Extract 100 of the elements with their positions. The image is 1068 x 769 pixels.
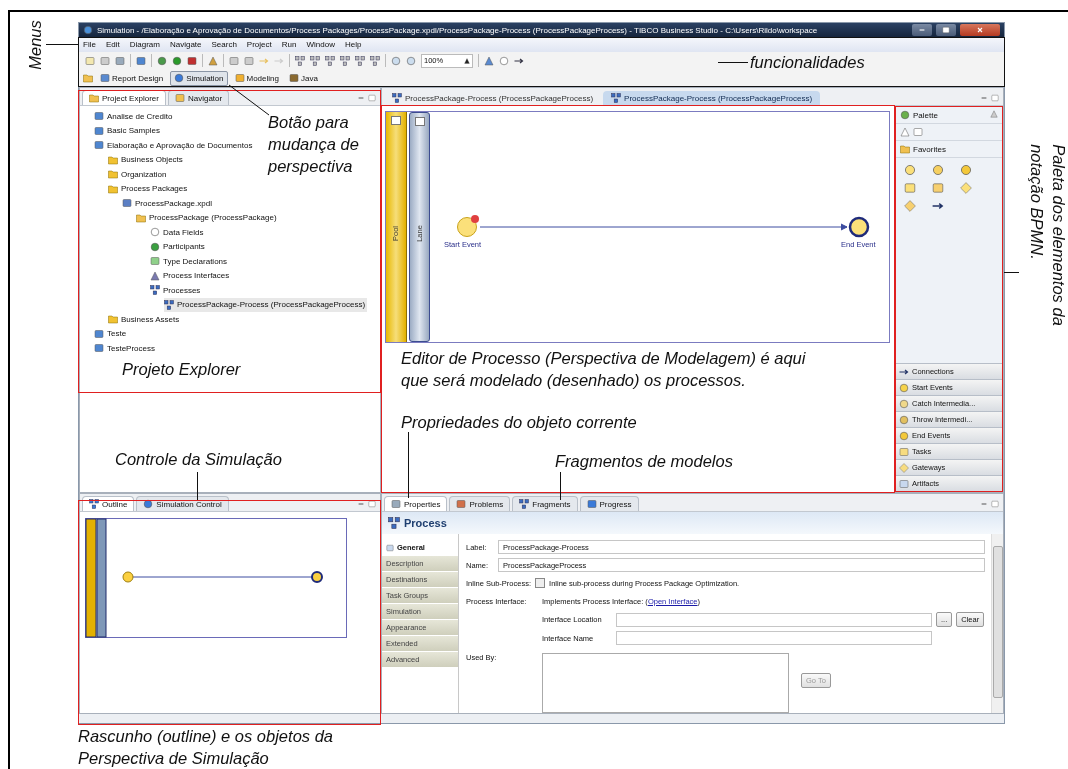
collapse-button[interactable] [391, 116, 401, 125]
circle-icon [899, 382, 909, 393]
leader-line [46, 44, 78, 45]
perspective-tab[interactable]: Report Design [97, 71, 167, 85]
menu-item[interactable]: Edit [105, 40, 120, 50]
folder-icon [89, 93, 99, 103]
minimize-button[interactable] [912, 24, 932, 37]
minimize-icon [357, 94, 365, 102]
end-event[interactable] [848, 216, 870, 238]
tree-item[interactable]: ProcessPackage-Process (ProcessPackageProcess) [164, 297, 368, 312]
circle-icon [932, 164, 944, 176]
tree-item[interactable]: Elaboração e Aprovação de Documentos [94, 138, 255, 153]
menu-item[interactable]: Window [306, 40, 335, 50]
menu-item[interactable]: Run [281, 40, 297, 50]
tree-item[interactable]: Processes [150, 283, 203, 298]
checkbox[interactable] [535, 578, 546, 588]
favorites-icon [900, 144, 910, 154]
perspective-icon [288, 73, 299, 84]
diamond-icon [899, 462, 909, 473]
minimize-icon [980, 500, 988, 508]
layout-icon [310, 55, 320, 66]
minimize-icon [357, 500, 365, 508]
collapse-button[interactable] [414, 117, 425, 126]
callout-text: Projeto Explorer [122, 359, 241, 380]
tree-item[interactable]: Data Fields [150, 225, 206, 240]
input-field[interactable] [616, 612, 932, 627]
layout-icon [325, 55, 335, 66]
callout-text: Rascunho (outline) e os objetos da Perspectiva de Simulação [78, 726, 333, 769]
task-icon [899, 446, 909, 457]
menu-item[interactable]: Search [211, 40, 237, 50]
tree-item[interactable]: Business Objects [108, 152, 185, 167]
view-tab[interactable]: Fragments [512, 496, 578, 511]
tree-item[interactable]: Basic Samples [94, 123, 162, 138]
menu-item[interactable]: Project [246, 40, 272, 50]
leader-line [560, 472, 561, 500]
perspective-tab[interactable]: Java [285, 71, 321, 85]
perspective-tab[interactable]: Modeling [231, 71, 282, 85]
favorites-header[interactable]: Favorites [896, 141, 1002, 158]
task-icon [932, 182, 944, 194]
task-icon [904, 182, 916, 194]
tree-item[interactable]: Organization [108, 167, 169, 182]
maximize-icon [368, 94, 376, 102]
menu-item[interactable]: Navigate [169, 40, 202, 50]
tree-item[interactable]: Business Assets [108, 312, 182, 327]
callout-text: funcionalidades [750, 52, 865, 73]
view-tab[interactable]: Properties [384, 496, 448, 511]
diamond-icon [960, 182, 972, 194]
callout-text: Menus [24, 20, 45, 70]
scrollbar[interactable] [991, 534, 1003, 713]
tree-item[interactable]: Participants [150, 239, 207, 254]
leader-line [718, 62, 748, 63]
arrow-icon [932, 200, 944, 212]
tree-item[interactable]: Analise de Credito [94, 109, 175, 124]
outline-icon [89, 499, 99, 509]
view-tab[interactable]: Problems [449, 496, 511, 511]
layout-icon [295, 55, 305, 66]
stop-icon [187, 55, 197, 66]
circle-icon [899, 398, 909, 409]
editor-tab[interactable]: ProcessPackage-Process (ProcessPackageProcess) [603, 91, 821, 105]
callout-text: Paleta dos elementos da notação BPMN. [1026, 144, 1068, 326]
maximize-icon [991, 94, 999, 102]
perspective-icon [100, 73, 110, 84]
maximize-button[interactable] [936, 24, 956, 37]
maximize-icon [991, 500, 999, 508]
callout-text: Editor de Processo (Perspectiva de Modelagem) é aqui que será modelado (desenhado) os processos. [401, 348, 806, 391]
menu-item[interactable]: File [83, 40, 96, 50]
circle-icon [899, 430, 909, 441]
menu-item[interactable]: Diagram [129, 40, 160, 50]
circle-icon [960, 164, 972, 176]
close-icon [976, 26, 984, 35]
input-field[interactable] [616, 631, 932, 645]
tree-item[interactable]: Process Interfaces [150, 268, 232, 283]
tree-item[interactable]: ProcessPackage (ProcessPackage) [136, 210, 279, 225]
close-button[interactable] [960, 24, 1000, 37]
perspective-icon [174, 73, 185, 84]
menu-item[interactable]: Help [344, 40, 362, 50]
package-icon [136, 212, 146, 223]
tree-item[interactable]: ProcessPackage.xpdl [122, 196, 214, 211]
editor-tab[interactable]: ProcessPackage-Process (ProcessPackageProcess) [384, 91, 602, 105]
folder-icon [108, 169, 118, 180]
leader-line [197, 472, 198, 500]
leader-line [408, 432, 409, 498]
used-by-list[interactable] [542, 653, 789, 713]
tree-item[interactable]: Type Declarations [150, 254, 230, 269]
perspective-tab[interactable]: Simulation [170, 70, 228, 86]
minimize-icon [980, 94, 988, 102]
tree-item[interactable]: TesteProcess [94, 341, 158, 356]
callout-text: Controle da Simulação [115, 449, 282, 470]
tree-item[interactable]: Teste [94, 326, 129, 341]
process-icon [150, 285, 160, 296]
open-perspective-icon [83, 73, 93, 84]
restore-icon [942, 26, 950, 35]
view-tab[interactable]: Progress [579, 496, 639, 511]
start-event[interactable] [456, 214, 480, 238]
folder-icon [108, 154, 118, 165]
callout-text: Botão para mudança de perspectiva [268, 112, 359, 177]
callout-text: Fragmentos de modelos [555, 451, 733, 472]
callout-text: Propriedades do objeto corrente [401, 412, 637, 433]
layout-icon [355, 55, 365, 66]
tree-item[interactable]: Process Packages [108, 181, 190, 196]
